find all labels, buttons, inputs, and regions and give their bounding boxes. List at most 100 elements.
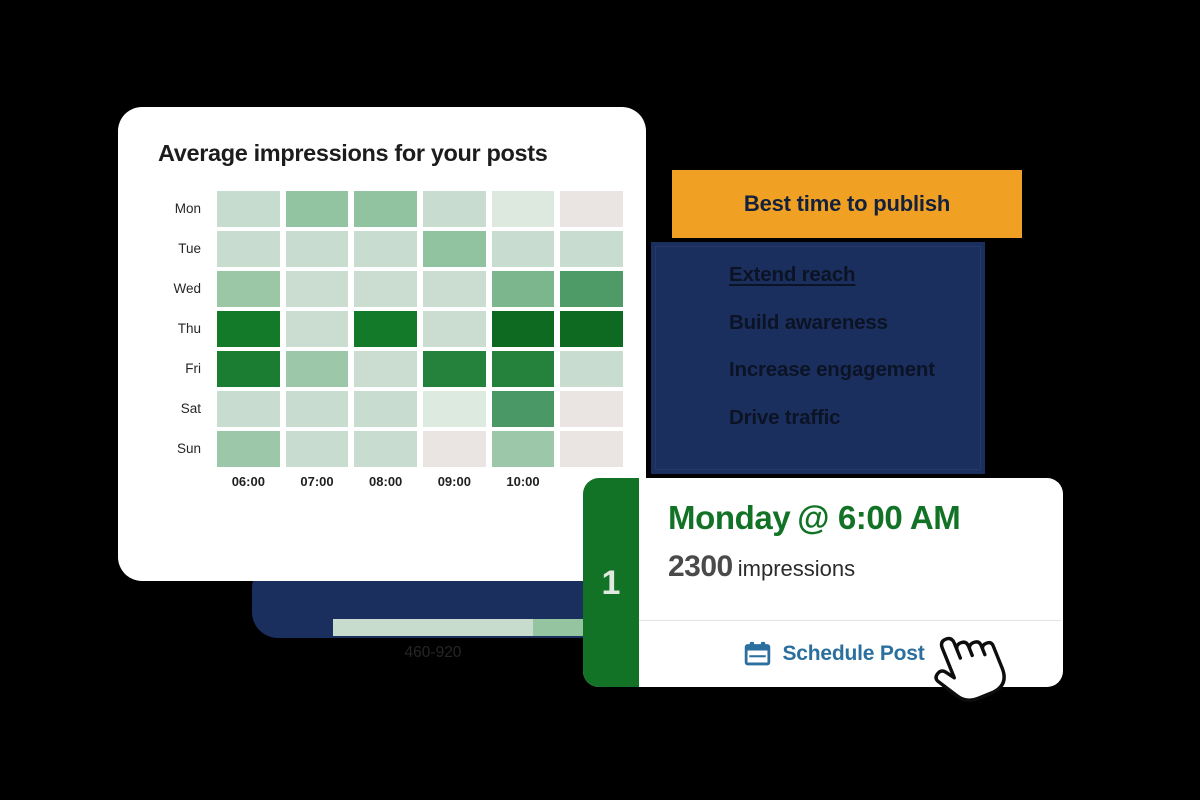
goal-item-build-awareness[interactable]: Build awareness <box>729 311 975 334</box>
heatmap-cell-slot <box>489 429 558 469</box>
heatmap-cell[interactable] <box>491 391 555 427</box>
heatmap-cell[interactable] <box>354 231 417 267</box>
heatmap-grid: Mon Tue Wed Thu Fri Sat Sun <box>156 189 626 469</box>
heatmap-cell[interactable] <box>560 191 623 227</box>
heatmap-cell[interactable] <box>354 391 417 427</box>
heatmap-cell[interactable] <box>422 391 486 427</box>
heatmap-cell-slot <box>283 349 352 389</box>
heatmap-cell-slot <box>420 349 489 389</box>
goal-item-drive-traffic[interactable]: Drive traffic <box>729 407 975 429</box>
result-day: Monday <box>668 499 791 536</box>
heatmap-cell[interactable] <box>217 391 280 427</box>
heatmap-cell[interactable] <box>285 191 349 227</box>
heatmap-cell[interactable] <box>491 351 555 387</box>
heatmap-cell-slot <box>283 429 352 469</box>
heatmap-cell[interactable] <box>354 311 417 347</box>
heatmap-cell[interactable] <box>491 231 555 267</box>
heatmap-cell[interactable] <box>285 231 349 267</box>
heatmap-axis-spacer <box>156 474 214 489</box>
heatmap-cell[interactable] <box>285 431 349 467</box>
metric-value: 2300 <box>668 550 733 584</box>
heatmap-cell-slot <box>214 189 283 229</box>
heatmap-cell[interactable] <box>217 231 280 267</box>
goal-item-extend-reach[interactable]: Extend reach <box>729 264 975 286</box>
heatmap-cell[interactable] <box>354 191 417 227</box>
heatmap-time-label: 06:00 <box>231 474 265 489</box>
heatmap-cell[interactable] <box>354 351 417 387</box>
heatmap-cell[interactable] <box>217 351 280 387</box>
heatmap-cell[interactable] <box>422 351 486 387</box>
heatmap-cell-slot <box>557 309 626 349</box>
heatmap-cell[interactable] <box>354 431 417 467</box>
goal-item-increase-engagement[interactable]: Increase engagement <box>729 359 975 381</box>
heatmap-cell[interactable] <box>422 231 486 267</box>
screenshot-stage: Extend reach Build awareness Increase en… <box>0 0 1200 800</box>
heatmap-cell-slot <box>351 389 420 429</box>
heatmap-day-label: Sat <box>180 401 201 416</box>
heatmap-cell-slot <box>214 429 283 469</box>
heatmap-cell-slot <box>420 389 489 429</box>
heatmap-cell[interactable] <box>560 391 623 427</box>
result-metric: 2300 impressions <box>668 550 1063 584</box>
result-card-summary: Monday @ 6:00 AM 2300 impressions <box>639 478 1063 620</box>
schedule-post-label: Schedule Post <box>782 642 925 665</box>
heatmap-cell[interactable] <box>217 431 280 467</box>
heatmap-cell[interactable] <box>285 271 349 307</box>
heatmap-cell[interactable] <box>560 271 623 307</box>
heatmap-time-label: 07:00 <box>300 474 334 489</box>
heatmap-cell[interactable] <box>217 191 280 227</box>
heatmap-cell[interactable] <box>285 351 349 387</box>
heatmap-cell-slot <box>557 269 626 309</box>
legend-range-label: 460-920 <box>404 644 462 661</box>
heatmap-cell-slot <box>283 229 352 269</box>
heatmap-cell-slot <box>214 389 283 429</box>
heatmap-cell[interactable] <box>217 311 280 347</box>
result-time: @ 6:00 AM <box>797 499 961 536</box>
heatmap-cell[interactable] <box>560 431 623 467</box>
heatmap-cell[interactable] <box>491 311 555 347</box>
impressions-chart-card: Average impressions for your posts Mon Tu… <box>118 107 733 661</box>
best-time-to-publish-label: Best time to publish <box>743 191 951 216</box>
heatmap-cell-slot <box>351 309 420 349</box>
heatmap-cell[interactable] <box>491 431 555 467</box>
heatmap-time-axis: 06:00 07:00 08:00 09:00 10:00 <box>156 474 626 489</box>
heatmap-cell-slot <box>420 309 489 349</box>
result-datetime: Monday @ 6:00 AM <box>668 499 1063 536</box>
heatmap-cell[interactable] <box>491 271 555 307</box>
result-card-body: Monday @ 6:00 AM 2300 impressions Schedule… <box>639 478 1063 687</box>
heatmap-cell-slot <box>283 269 352 309</box>
heatmap-day-label: Mon <box>174 201 201 216</box>
heatmap-cell-slot <box>214 309 283 349</box>
heatmap-cell[interactable] <box>285 311 349 347</box>
rank-number: 1 <box>601 563 621 602</box>
heatmap-cell-slot <box>557 389 626 429</box>
heatmap-cell-slot <box>283 309 352 349</box>
heatmap-cell-slot <box>351 349 420 389</box>
heatmap-cell-slot <box>214 229 283 269</box>
heatmap-cell-slot <box>489 389 558 429</box>
heatmap-cell[interactable] <box>354 271 417 307</box>
schedule-post-button[interactable]: Schedule Post <box>639 621 1063 687</box>
heatmap-cell[interactable] <box>422 311 486 347</box>
best-time-to-publish-button[interactable]: Best time to publish <box>672 170 1022 238</box>
heatmap-cell[interactable] <box>422 271 486 307</box>
goals-list: Extend reach Build awareness Increase en… <box>729 264 975 428</box>
heatmap-cell-slot <box>557 429 626 469</box>
heatmap-cell[interactable] <box>217 271 280 307</box>
heatmap-time-label: 08:00 <box>369 474 403 489</box>
heatmap-cell[interactable] <box>285 391 349 427</box>
heatmap-cell[interactable] <box>422 191 486 227</box>
heatmap-day-label: Thu <box>177 321 201 336</box>
heatmap-cell[interactable] <box>491 191 555 227</box>
heatmap-cell-slot <box>557 229 626 269</box>
heatmap-cell[interactable] <box>560 311 623 347</box>
heatmap-cell-slot <box>557 349 626 389</box>
heatmap-day-label: Fri <box>185 361 201 376</box>
heatmap-cell[interactable] <box>422 431 486 467</box>
heatmap-cell-slot <box>489 189 558 229</box>
heatmap-cell-slot <box>420 229 489 269</box>
heatmap: Mon Tue Wed Thu Fri Sat Sun 06:00 07:00 08:00 09:… <box>156 189 626 489</box>
heatmap-time-label: 10:00 <box>506 474 540 489</box>
heatmap-cell[interactable] <box>560 351 623 387</box>
heatmap-cell[interactable] <box>560 231 623 267</box>
